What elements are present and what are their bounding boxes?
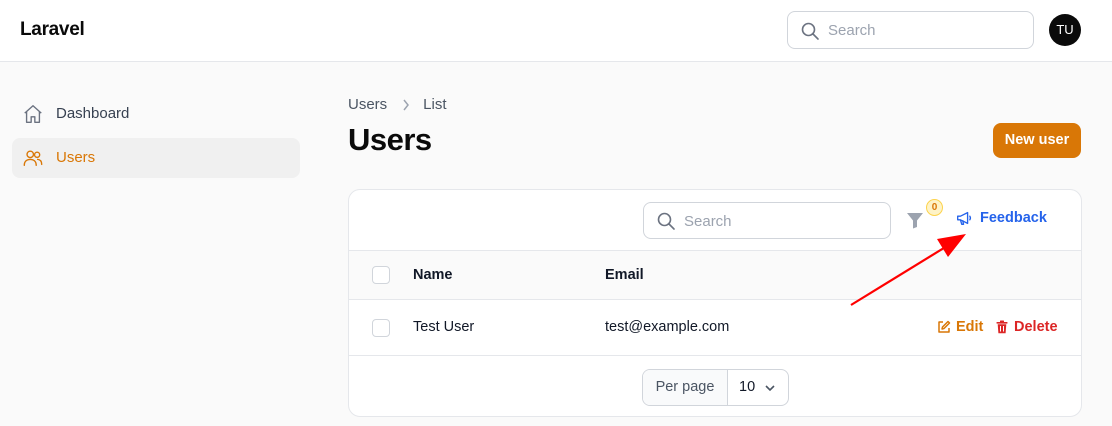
search-icon [801, 22, 819, 40]
feedback-label: Feedback [980, 210, 1047, 226]
select-all-checkbox[interactable] [372, 266, 390, 284]
filter-count-badge: 0 [926, 199, 943, 216]
per-page-select[interactable]: Per page 10 [642, 369, 789, 406]
new-user-button[interactable]: New user [993, 123, 1081, 158]
global-search-input[interactable]: Search [787, 11, 1034, 49]
per-page-value: 10 [739, 379, 756, 395]
column-header-email[interactable]: Email [605, 267, 644, 283]
chevron-down-icon [765, 385, 775, 392]
sidebar-item-label: Users [56, 149, 96, 166]
top-bar: Laravel Search TU [0, 0, 1112, 62]
edit-button[interactable]: Edit [937, 319, 983, 335]
search-placeholder: Search [828, 22, 876, 39]
home-icon [24, 105, 42, 123]
chevron-right-icon [403, 99, 410, 110]
edit-icon [938, 320, 951, 333]
sidebar-item-users[interactable]: Users [12, 138, 300, 178]
per-page-label: Per page [643, 370, 728, 405]
breadcrumb-item-users[interactable]: Users [348, 96, 387, 113]
delete-label: Delete [1014, 319, 1058, 335]
brand-logo[interactable]: Laravel [20, 19, 85, 41]
user-avatar[interactable]: TU [1049, 14, 1081, 46]
edit-label: Edit [956, 319, 984, 335]
filter-icon[interactable] [905, 210, 925, 230]
column-header-name[interactable]: Name [413, 267, 453, 283]
cell-email: test@example.com [605, 319, 730, 335]
search-icon [657, 212, 675, 230]
breadcrumb: Users List [348, 96, 447, 113]
cell-name: Test User [413, 319, 475, 335]
users-icon [23, 150, 43, 167]
search-placeholder: Search [684, 213, 732, 230]
feedback-link[interactable]: Feedback [955, 209, 1047, 227]
sidebar-item-label: Dashboard [56, 105, 130, 122]
megaphone-icon [957, 211, 972, 225]
table-header: Name Email [349, 250, 1081, 300]
table-search-input[interactable]: Search [643, 202, 891, 239]
trash-icon [996, 320, 1008, 334]
page-title: Users [348, 122, 432, 157]
delete-button[interactable]: Delete [995, 319, 1058, 335]
table-row: Test User test@example.com Edit Delete [349, 300, 1081, 356]
breadcrumb-item-list: List [423, 96, 447, 113]
users-table: Search 0 Feedback Name Email Test User t… [348, 189, 1082, 417]
row-checkbox[interactable] [372, 319, 390, 337]
sidebar-item-dashboard[interactable]: Dashboard [12, 94, 300, 134]
